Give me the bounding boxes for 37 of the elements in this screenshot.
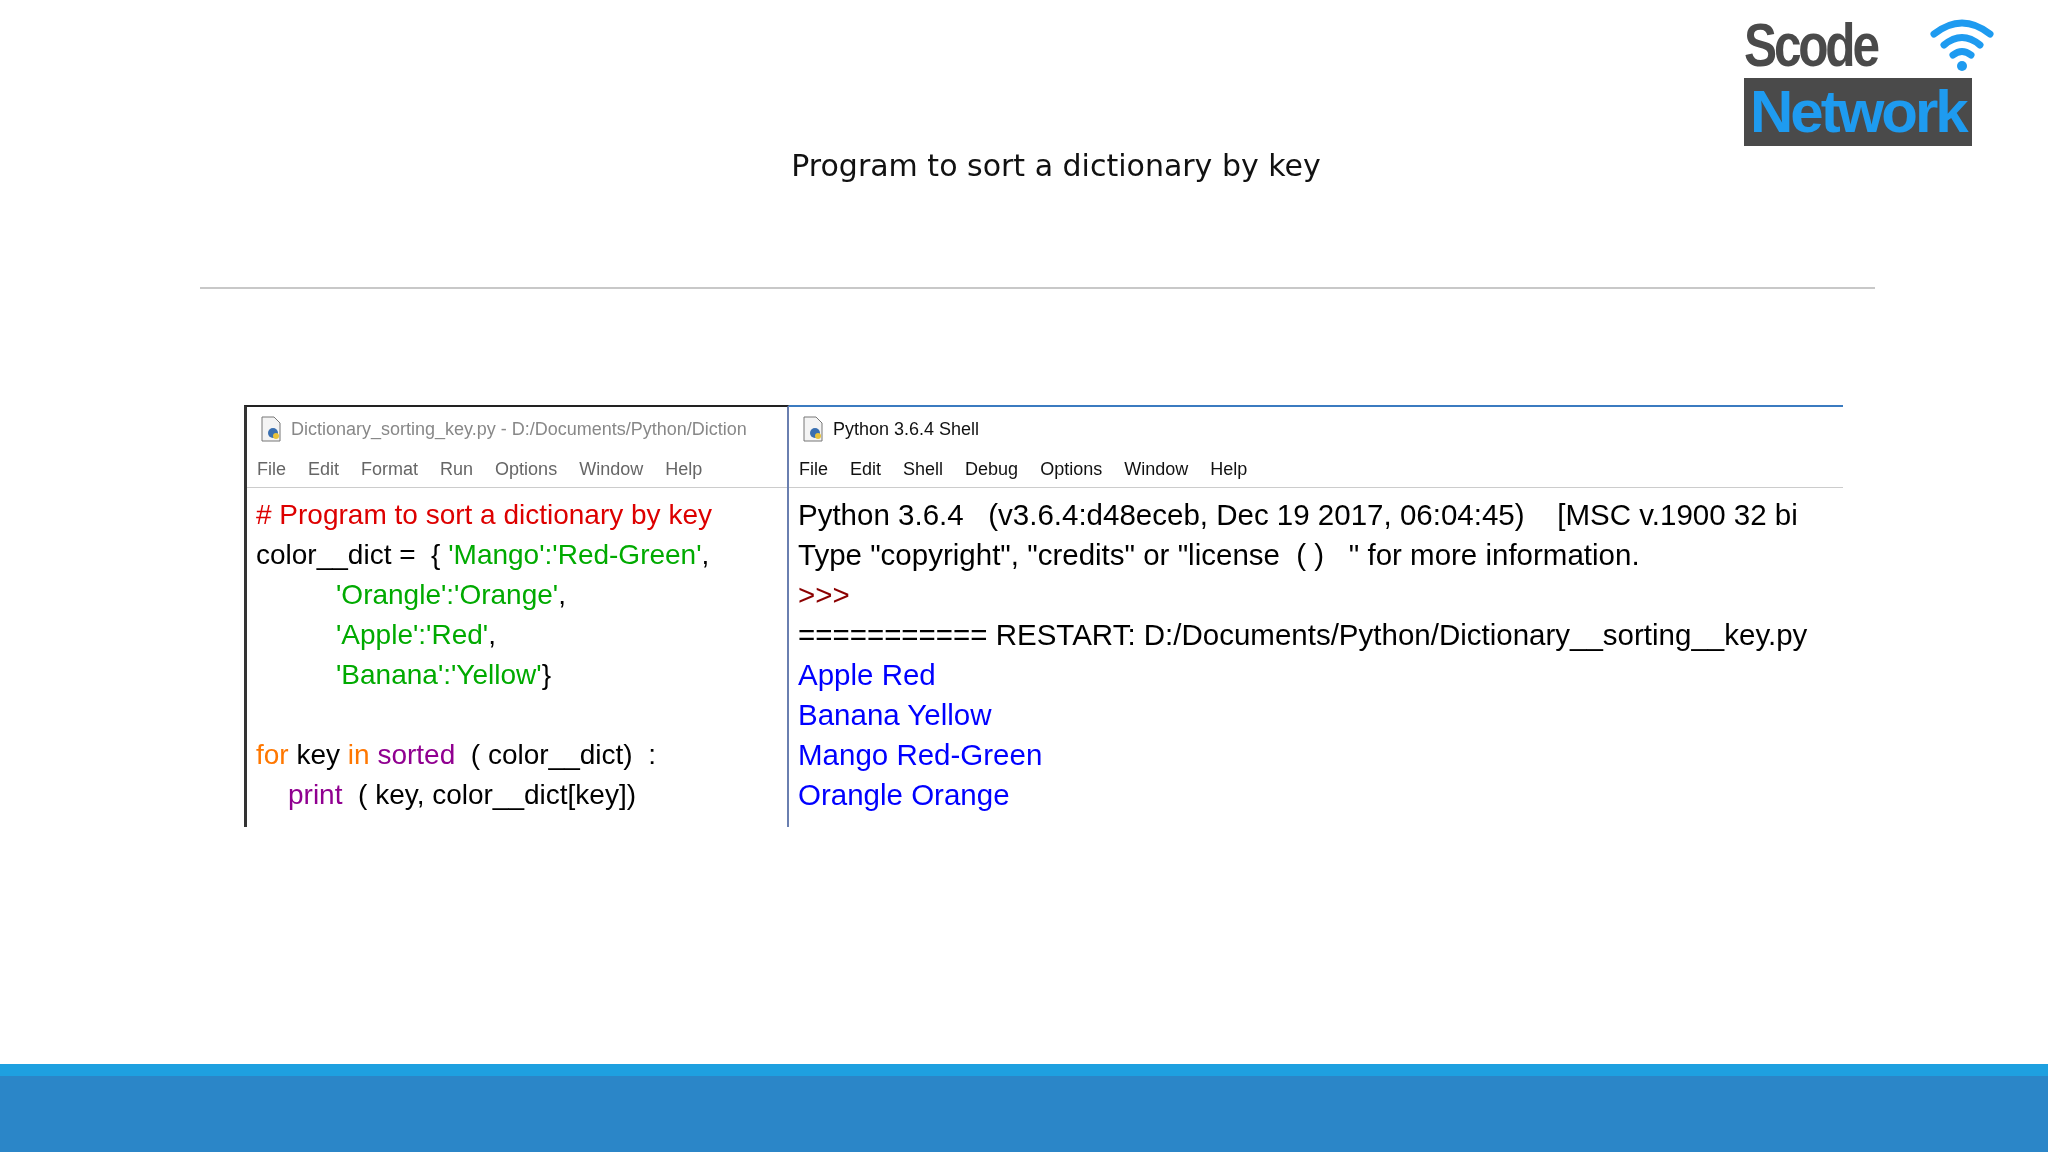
code-line: print ( key, color__dict[key]) [287, 778, 637, 812]
menu-item[interactable]: Format [361, 458, 419, 480]
code-line: 'Apple':'Red', [335, 618, 496, 652]
menu-item[interactable]: Debug [965, 458, 1019, 480]
menu-item[interactable]: Options [495, 458, 558, 480]
slide-title: Program to sort a dictionary by key [790, 148, 1322, 183]
shell-line: Python 3.6.4 (v3.6.4:d48eceb, Dec 19 2017, 06:04:45) [MSC v.1900 32 bi [798, 497, 1798, 533]
menu-item[interactable]: Run [440, 458, 474, 480]
menu-item[interactable]: Help [665, 458, 703, 480]
menu-item[interactable]: Options [1040, 458, 1103, 480]
menu-item[interactable]: Edit [308, 458, 340, 480]
shell-line: >>> [798, 577, 850, 613]
logo-text: Network [1744, 78, 1972, 146]
menu-item[interactable]: Edit [850, 458, 882, 480]
shell-line: Apple Red [798, 657, 936, 693]
shell-line: Type "copyright", "credits" or "license ( ) " for more information. [798, 537, 1640, 573]
menu-item[interactable]: Help [1210, 458, 1248, 480]
code-line: 'Banana':'Yellow'} [335, 658, 551, 692]
shell-line: Mango Red-Green [798, 737, 1043, 773]
python-file-icon [801, 416, 825, 442]
shell-line: =========== RESTART: D:/Documents/Python/Dictionary__sorting__key.py [798, 617, 1808, 653]
shell-line: Banana Yellow [798, 697, 992, 733]
menu-item[interactable]: File [799, 458, 828, 480]
python-file-icon [259, 416, 283, 442]
code-line: color__dict = { 'Mango':'Red-Green', [256, 538, 710, 572]
shell-line: Orangle Orange [798, 777, 1010, 813]
code-line: for key in sorted ( color__dict) : [256, 738, 656, 772]
menu-item[interactable]: File [257, 458, 286, 480]
menu-item[interactable]: Window [579, 458, 644, 480]
window-title: Dictionary_sorting_key.py - D:/Documents/Python/Diction [291, 418, 747, 440]
code-line: # Program to sort a dictionary by key [256, 498, 712, 532]
menu-item[interactable]: Window [1124, 458, 1189, 480]
wifi-icon [1930, 16, 1994, 72]
menu-item[interactable]: Shell [903, 458, 944, 480]
window-title: Python 3.6.4 Shell [833, 418, 980, 440]
code-line: 'Orangle':'Orange', [335, 578, 566, 612]
logo-text: Scode [1744, 12, 1879, 78]
